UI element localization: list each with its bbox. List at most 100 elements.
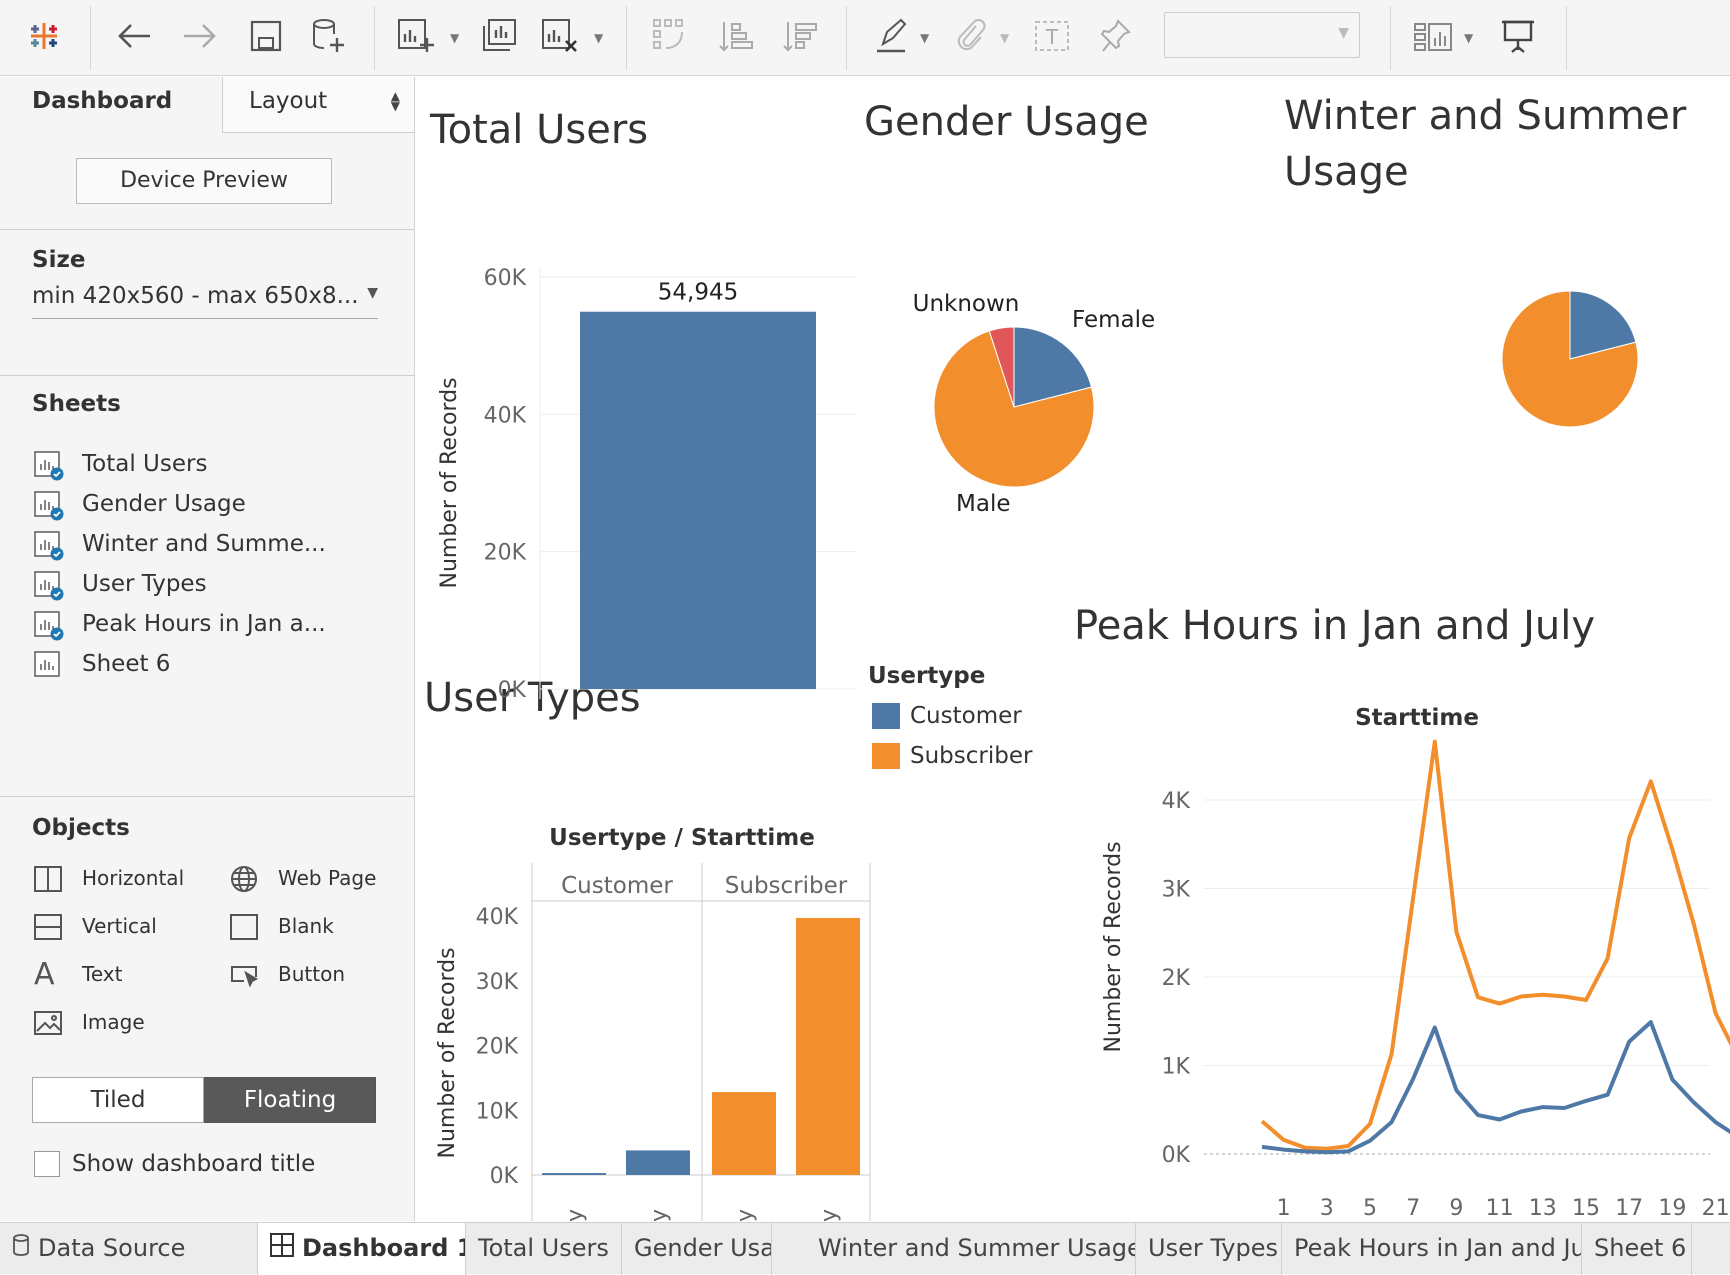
button-icon xyxy=(231,966,258,987)
duplicate-sheet-icon[interactable] xyxy=(478,14,522,58)
size-select[interactable]: min 420x560 - max 650x8... ▼ xyxy=(32,283,378,319)
sheet-item[interactable]: Total Users xyxy=(34,449,207,483)
new-worksheet-caret-icon[interactable]: ▼ xyxy=(450,31,459,45)
y-tick-label: 0K xyxy=(490,1164,519,1189)
sheet-tab[interactable]: Winter and Summer Usage xyxy=(806,1223,1136,1275)
x-tick-label: 11 xyxy=(1486,1196,1514,1221)
worksheet-used-icon xyxy=(34,491,64,521)
size-select-value: min 420x560 - max 650x8... xyxy=(32,283,359,309)
clear-sheet-icon[interactable] xyxy=(538,14,582,58)
object-horizontal[interactable]: Horizontal xyxy=(34,863,184,895)
legend-swatch-customer[interactable] xyxy=(872,703,900,729)
image-icon xyxy=(34,1011,62,1035)
object-blank[interactable]: Blank xyxy=(230,911,334,943)
y-axis-label: Number of Records xyxy=(437,377,462,588)
peak-hours-title: Peak Hours in Jan and July xyxy=(1074,603,1596,649)
globe-icon xyxy=(231,866,257,892)
worksheet-used-icon xyxy=(34,531,64,561)
object-label: Vertical xyxy=(82,914,157,938)
bar[interactable] xyxy=(542,1173,606,1175)
y-axis-label: Number of Records xyxy=(435,947,460,1158)
sheet-item-label: Total Users xyxy=(82,451,208,477)
new-data-source-icon[interactable] xyxy=(306,14,350,58)
fit-dropdown[interactable]: ▼ xyxy=(1164,12,1360,58)
winter-summer-title-line2: Usage xyxy=(1284,149,1409,195)
sheet-item[interactable]: Sheet 6 xyxy=(34,649,170,683)
sheet-tab-label: Total Users xyxy=(478,1234,609,1262)
bar[interactable] xyxy=(580,311,816,689)
show-mark-labels-icon: T xyxy=(1030,14,1074,58)
worksheet-used-icon xyxy=(34,611,64,641)
series-line[interactable] xyxy=(1261,1020,1730,1155)
legend-swatch-subscriber[interactable] xyxy=(872,743,900,769)
tab-layout-label: Layout xyxy=(249,88,328,114)
x-tick-label: 21 xyxy=(1702,1196,1730,1221)
up-down-caret-icon: ▲ ▼ xyxy=(390,89,400,113)
sheet-tab-label: Data Source xyxy=(38,1234,186,1262)
y-tick-label: 0K xyxy=(1162,1143,1191,1168)
sheet-tab[interactable]: Peak Hours in Jan and July xyxy=(1282,1223,1582,1275)
y-tick-label: 2K xyxy=(1162,966,1191,991)
series-line[interactable] xyxy=(1260,739,1730,1151)
sheet-item[interactable]: Gender Usage xyxy=(34,489,246,523)
object-text[interactable]: A Text xyxy=(34,959,122,991)
data-label: 54,945 xyxy=(658,280,738,306)
undo-icon[interactable] xyxy=(112,14,156,58)
gender-usage-title: Gender Usage xyxy=(864,99,1149,145)
sheet-tab[interactable]: Dashboard 1 xyxy=(258,1223,466,1275)
sheet-tab[interactable]: User Types xyxy=(1136,1223,1282,1275)
dashboard-side-panel: Dashboard Layout ▲ ▼ Device Preview Size m… xyxy=(0,77,415,1221)
x-tick-label: January xyxy=(733,1209,758,1221)
legend-label-subscriber[interactable]: Subscriber xyxy=(910,743,1032,769)
y-tick-label: 0K xyxy=(498,678,527,703)
sheet-tab[interactable]: Total Users xyxy=(466,1223,622,1275)
save-icon[interactable] xyxy=(244,14,288,58)
tiled-toggle[interactable]: Tiled xyxy=(32,1077,204,1123)
sheet-tab[interactable]: Sheet 6 xyxy=(1582,1223,1692,1275)
sheet-tab[interactable]: Gender Usage xyxy=(622,1223,772,1275)
x-tick-label: July xyxy=(647,1209,672,1221)
x-tick-label: 1 xyxy=(1277,1196,1291,1221)
show-me-caret-icon[interactable]: ▼ xyxy=(1464,31,1473,45)
size-heading: Size xyxy=(32,247,86,273)
tab-dashboard[interactable]: Dashboard xyxy=(0,77,222,133)
dashboard-canvas: Total Users Gender Usage Winter and Summ… xyxy=(416,77,1730,1221)
sheet-tab[interactable]: Data Source xyxy=(0,1223,258,1275)
sheet-tab-label: Gender Usage xyxy=(634,1234,771,1262)
sheet-item[interactable]: Winter and Summe... xyxy=(34,529,326,563)
chevron-down-icon: ▼ xyxy=(1338,25,1349,41)
object-button[interactable]: Button xyxy=(230,959,345,991)
object-web-page[interactable]: Web Page xyxy=(230,863,376,895)
bar[interactable] xyxy=(626,1150,690,1175)
legend-label-customer[interactable]: Customer xyxy=(910,703,1022,729)
tab-layout[interactable]: Layout ▲ ▼ xyxy=(222,77,415,133)
y-tick-label: 20K xyxy=(484,541,527,566)
highlight-icon[interactable] xyxy=(870,14,914,58)
presentation-mode-icon[interactable] xyxy=(1496,14,1540,58)
sheet-item[interactable]: Peak Hours in Jan a... xyxy=(34,609,326,643)
vertical-icon xyxy=(34,914,62,940)
tableau-logo-icon[interactable] xyxy=(22,14,66,58)
device-preview-button[interactable]: Device Preview xyxy=(76,158,332,204)
clear-sheet-caret-icon[interactable]: ▼ xyxy=(594,31,603,45)
show-dashboard-title-label: Show dashboard title xyxy=(72,1151,316,1177)
object-vertical[interactable]: Vertical xyxy=(34,911,157,943)
x-tick-label: 3 xyxy=(1320,1196,1334,1221)
floating-toggle[interactable]: Floating xyxy=(204,1077,376,1123)
redo-icon[interactable] xyxy=(178,14,222,58)
pie-label: Female xyxy=(1072,307,1155,333)
sheet-item[interactable]: User Types xyxy=(34,569,207,603)
x-tick-label: 15 xyxy=(1572,1196,1600,1221)
show-me-icon[interactable] xyxy=(1410,14,1460,58)
y-tick-label: 60K xyxy=(484,266,527,291)
sheets-heading: Sheets xyxy=(32,391,121,417)
sheet-item-label: Peak Hours in Jan a... xyxy=(82,611,326,637)
show-dashboard-title-checkbox[interactable] xyxy=(34,1151,60,1177)
bar[interactable] xyxy=(796,917,860,1175)
highlight-caret-icon[interactable]: ▼ xyxy=(920,31,929,45)
objects-heading: Objects xyxy=(32,815,130,841)
new-worksheet-icon[interactable] xyxy=(394,14,438,58)
bar[interactable] xyxy=(712,1092,776,1175)
group-caret-icon: ▼ xyxy=(1000,31,1010,45)
object-image[interactable]: Image xyxy=(34,1007,145,1039)
